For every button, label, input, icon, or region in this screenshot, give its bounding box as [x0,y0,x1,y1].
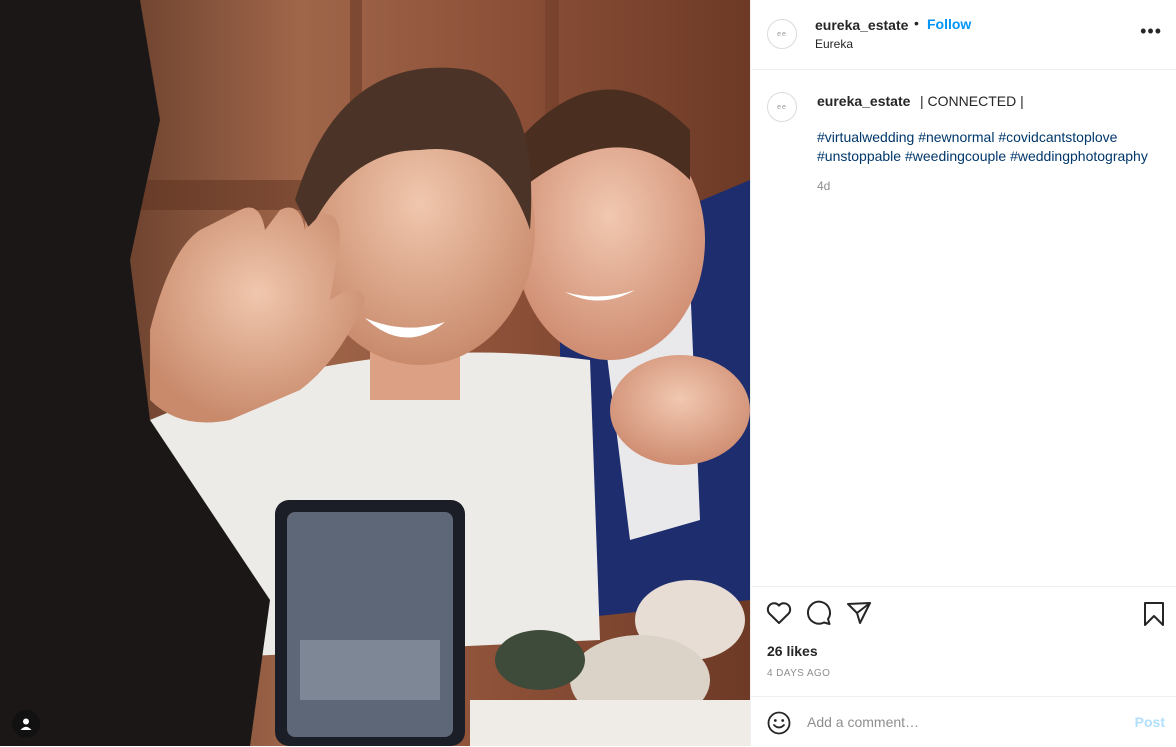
smiley-icon[interactable] [767,711,791,735]
hashtag-link[interactable]: #virtualwedding [817,129,914,145]
caption-text: | CONNECTED | [920,93,1024,109]
caption-hashtags: #virtualwedding #newnormal #covidcantsto… [817,128,1175,166]
hashtag-link[interactable]: #newnormal [918,129,994,145]
bookmark-icon[interactable] [1143,601,1165,627]
wedding-photo-illustration [0,0,750,746]
caption-avatar[interactable]: ee [767,92,797,122]
hashtag-link[interactable]: #weedingcouple [905,148,1006,164]
location-link[interactable]: Eureka [815,37,853,51]
comment-input[interactable] [807,709,1107,735]
comment-bar: Post [751,696,1176,747]
more-options-icon[interactable]: ••• [1140,22,1162,40]
hashtag-link[interactable]: #weddingphotography [1010,148,1148,164]
header-username[interactable]: eureka_estate [815,17,908,33]
likes-count[interactable]: 26 likes [767,643,818,659]
post-date: 4 DAYS AGO [767,668,831,679]
avatar-initials: ee [777,30,787,38]
post-photo[interactable] [0,0,750,746]
avatar-initials: ee [777,103,787,111]
hashtag-link[interactable]: #unstoppable [817,148,901,164]
tagged-user-button[interactable] [12,710,40,738]
follow-button[interactable]: Follow [927,16,971,32]
header-avatar[interactable]: ee [767,19,797,49]
caption-username[interactable]: eureka_estate [817,93,910,109]
post-header: ee eureka_estate • Follow Eureka ••• [751,0,1176,70]
post-actions: 26 likes 4 DAYS AGO [751,586,1176,697]
comment-icon[interactable] [806,600,832,626]
post-comment-button[interactable]: Post [1135,714,1165,730]
post-sidebar: ee eureka_estate • Follow Eureka ••• ee … [750,0,1176,746]
heart-icon[interactable] [766,601,792,625]
caption-age: 4d [817,179,831,193]
header-separator: • [914,15,919,31]
hashtag-link[interactable]: #covidcantstoplove [998,129,1117,145]
user-icon [20,718,32,730]
paper-plane-icon[interactable] [846,601,872,625]
